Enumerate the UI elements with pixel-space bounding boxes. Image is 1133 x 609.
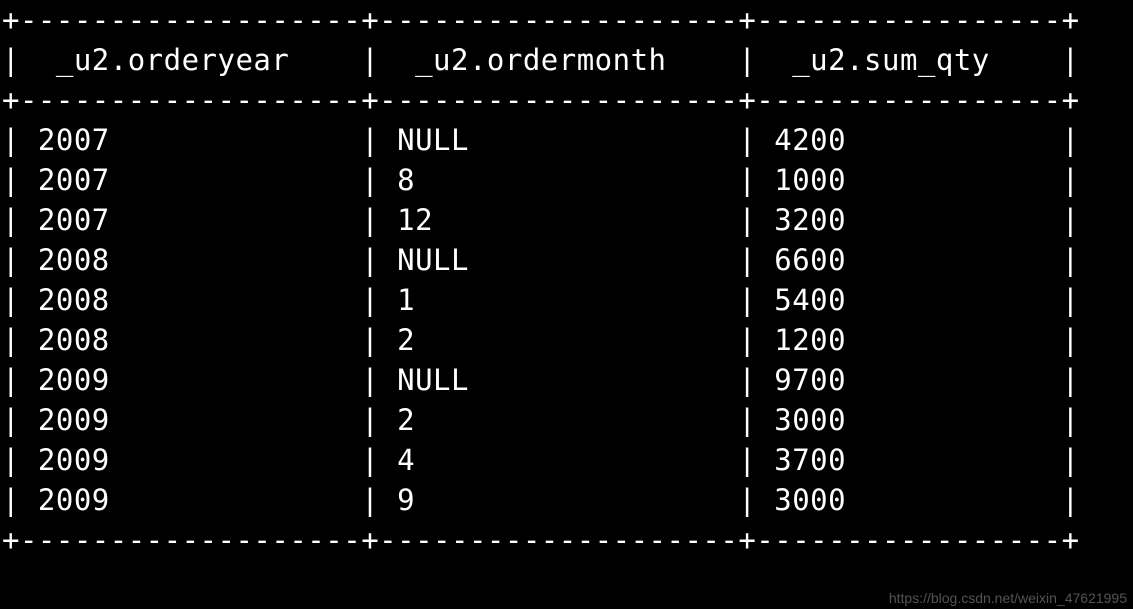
watermark-text: https://blog.csdn.net/weixin_47621995	[889, 591, 1127, 605]
query-result-table: +-------------------+-------------------…	[0, 0, 1133, 560]
